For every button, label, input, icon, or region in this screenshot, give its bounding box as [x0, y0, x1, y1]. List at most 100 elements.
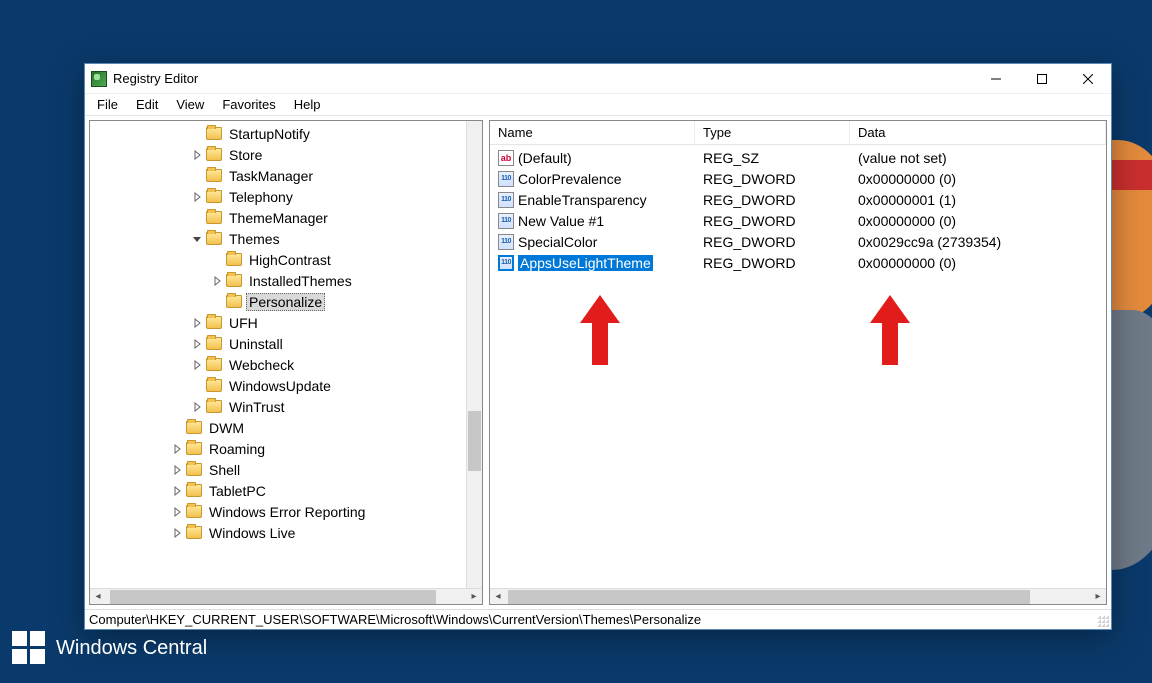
tree-item[interactable]: Windows Error Reporting: [90, 501, 466, 522]
tree-item[interactable]: UFH: [90, 312, 466, 333]
chevron-right-icon[interactable]: [170, 484, 184, 498]
column-type[interactable]: Type: [695, 121, 850, 144]
annotation-arrow-name: [580, 295, 620, 365]
tree-vertical-scrollbar[interactable]: [466, 121, 482, 588]
values-horizontal-scrollbar[interactable]: ◂ ▸: [490, 588, 1106, 604]
tree-item[interactable]: HighContrast: [90, 249, 466, 270]
tree-item[interactable]: WindowsUpdate: [90, 375, 466, 396]
tree-item[interactable]: Themes: [90, 228, 466, 249]
tree-item[interactable]: InstalledThemes: [90, 270, 466, 291]
values-horizontal-thumb[interactable]: [508, 590, 1030, 604]
folder-icon: [186, 421, 202, 434]
titlebar[interactable]: Registry Editor: [85, 64, 1111, 94]
chevron-right-icon[interactable]: [190, 190, 204, 204]
tree-item-label: DWM: [206, 419, 247, 437]
window-title: Registry Editor: [113, 71, 198, 86]
dword-value-icon: [498, 213, 514, 229]
chevron-right-icon[interactable]: [170, 526, 184, 540]
tree-item[interactable]: TaskManager: [90, 165, 466, 186]
tree-item[interactable]: Store: [90, 144, 466, 165]
chevron-right-icon[interactable]: [190, 358, 204, 372]
value-name: New Value #1: [518, 213, 604, 229]
tree-item[interactable]: Uninstall: [90, 333, 466, 354]
tree-item[interactable]: Personalize: [90, 291, 466, 312]
column-data[interactable]: Data: [850, 121, 1106, 144]
chevron-down-icon[interactable]: [190, 232, 204, 246]
value-type: REG_DWORD: [695, 255, 850, 271]
folder-icon: [206, 337, 222, 350]
scroll-left-button[interactable]: ◂: [490, 589, 506, 605]
value-row[interactable]: New Value #1REG_DWORD0x00000000 (0): [490, 210, 1106, 231]
chevron-right-icon[interactable]: [170, 442, 184, 456]
values-list[interactable]: (Default)REG_SZ(value not set)ColorPreva…: [490, 145, 1106, 588]
menu-edit[interactable]: Edit: [128, 95, 166, 114]
tree-item-label: Roaming: [206, 440, 268, 458]
value-row[interactable]: SpecialColorREG_DWORD0x0029cc9a (2739354…: [490, 231, 1106, 252]
tree-item[interactable]: ThemeManager: [90, 207, 466, 228]
tree-item[interactable]: Shell: [90, 459, 466, 480]
menu-file[interactable]: File: [89, 95, 126, 114]
folder-icon: [186, 505, 202, 518]
menu-help[interactable]: Help: [286, 95, 329, 114]
folder-icon: [206, 379, 222, 392]
tree-item[interactable]: TabletPC: [90, 480, 466, 501]
value-row[interactable]: ColorPrevalenceREG_DWORD0x00000000 (0): [490, 168, 1106, 189]
chevron-right-icon[interactable]: [190, 148, 204, 162]
tree-horizontal-scrollbar[interactable]: ◂ ▸: [90, 588, 482, 604]
dword-value-icon: [498, 234, 514, 250]
value-row[interactable]: AppsUseLightThemeREG_DWORD0x00000000 (0): [490, 252, 1106, 273]
watermark: Windows Central: [12, 631, 207, 665]
tree-item[interactable]: DWM: [90, 417, 466, 438]
registry-editor-window: Registry Editor File Edit View Favorites…: [84, 63, 1112, 630]
tree-vertical-thumb[interactable]: [468, 411, 481, 471]
minimize-button[interactable]: [973, 64, 1019, 94]
value-row[interactable]: (Default)REG_SZ(value not set): [490, 147, 1106, 168]
folder-icon: [186, 484, 202, 497]
folder-icon: [206, 232, 222, 245]
folder-icon: [226, 274, 242, 287]
scroll-right-button[interactable]: ▸: [1090, 589, 1106, 605]
column-name[interactable]: Name: [490, 121, 695, 144]
tree-item[interactable]: Telephony: [90, 186, 466, 207]
chevron-right-icon[interactable]: [190, 316, 204, 330]
scroll-left-button[interactable]: ◂: [90, 589, 106, 605]
tree-item-label: WindowsUpdate: [226, 377, 334, 395]
tree-item-label: Themes: [226, 230, 283, 248]
windows-logo-icon: [12, 631, 46, 665]
dword-value-icon: [498, 255, 514, 271]
value-name: (Default): [518, 150, 572, 166]
tree-item-label: StartupNotify: [226, 125, 313, 143]
folder-icon: [206, 190, 222, 203]
tree-item[interactable]: StartupNotify: [90, 123, 466, 144]
value-name: SpecialColor: [518, 234, 597, 250]
chevron-right-icon[interactable]: [170, 505, 184, 519]
tree-item[interactable]: WinTrust: [90, 396, 466, 417]
content-area: StartupNotifyStoreTaskManagerTelephonyTh…: [85, 116, 1111, 609]
maximize-button[interactable]: [1019, 64, 1065, 94]
tree-item-label: InstalledThemes: [246, 272, 355, 290]
menu-view[interactable]: View: [168, 95, 212, 114]
chevron-right-icon[interactable]: [210, 274, 224, 288]
folder-icon: [186, 463, 202, 476]
scroll-right-button[interactable]: ▸: [466, 589, 482, 605]
tree-item-label: HighContrast: [246, 251, 334, 269]
chevron-right-icon[interactable]: [190, 337, 204, 351]
tree-item[interactable]: Roaming: [90, 438, 466, 459]
tree-item[interactable]: Webcheck: [90, 354, 466, 375]
close-button[interactable]: [1065, 64, 1111, 94]
chevron-right-icon[interactable]: [170, 463, 184, 477]
tree-item-label: WinTrust: [226, 398, 287, 416]
tree-horizontal-thumb[interactable]: [110, 590, 436, 604]
value-data: 0x00000000 (0): [850, 171, 1106, 187]
chevron-right-icon[interactable]: [190, 400, 204, 414]
dword-value-icon: [498, 192, 514, 208]
value-name: EnableTransparency: [518, 192, 647, 208]
folder-icon: [206, 127, 222, 140]
tree-item[interactable]: Windows Live: [90, 522, 466, 543]
value-data: (value not set): [850, 150, 1106, 166]
resize-grip[interactable]: [1097, 615, 1109, 627]
value-row[interactable]: EnableTransparencyREG_DWORD0x00000001 (1…: [490, 189, 1106, 210]
menu-favorites[interactable]: Favorites: [214, 95, 283, 114]
registry-tree[interactable]: StartupNotifyStoreTaskManagerTelephonyTh…: [90, 121, 466, 588]
tree-pane: StartupNotifyStoreTaskManagerTelephonyTh…: [89, 120, 483, 605]
